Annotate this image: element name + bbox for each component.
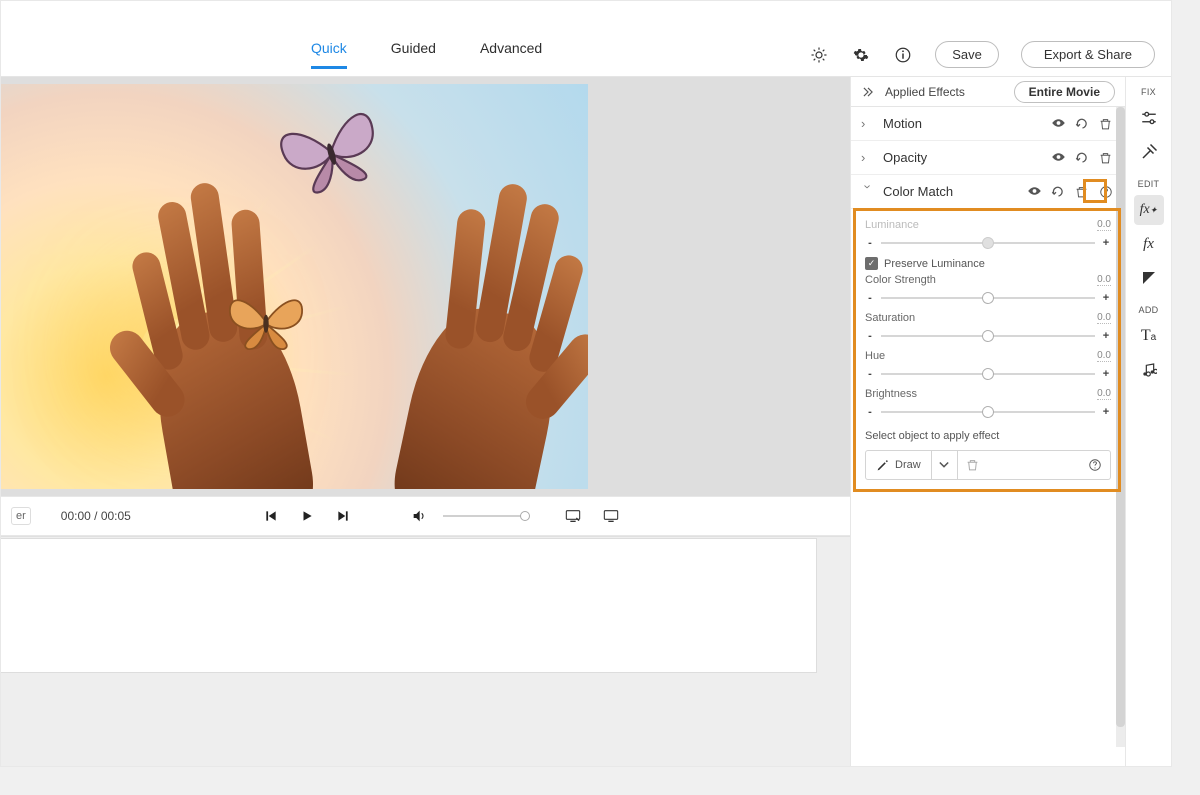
- preserve-luminance-label: Preserve Luminance: [884, 258, 985, 270]
- sidebar-label-add: ADD: [1139, 305, 1159, 315]
- fx-applied-icon[interactable]: fx✦: [1134, 195, 1164, 225]
- eye-icon[interactable]: [1027, 185, 1043, 199]
- param-value-luminance[interactable]: 0.0: [1097, 219, 1111, 231]
- play-icon[interactable]: [297, 506, 317, 526]
- tools-icon[interactable]: [1134, 137, 1164, 167]
- color-strength-slider[interactable]: -+: [865, 292, 1111, 304]
- effect-row-opacity[interactable]: › Opacity: [851, 141, 1125, 175]
- reset-icon[interactable]: [1075, 151, 1091, 165]
- luminance-slider[interactable]: -+: [865, 237, 1111, 249]
- sidebar-label-edit: EDIT: [1138, 179, 1160, 189]
- contrast-icon[interactable]: [1134, 263, 1164, 293]
- effects-panel: Applied Effects Entire Movie › Motion › …: [850, 77, 1125, 766]
- param-label-saturation: Saturation: [865, 312, 915, 324]
- param-value-color-strength[interactable]: 0.0: [1097, 274, 1111, 286]
- volume-slider[interactable]: [443, 515, 525, 517]
- preserve-luminance-checkbox[interactable]: ✓: [865, 257, 878, 270]
- preview-canvas-area: [1, 77, 850, 496]
- param-label-brightness: Brightness: [865, 388, 917, 400]
- param-value-saturation[interactable]: 0.0: [1097, 312, 1111, 324]
- volume-icon[interactable]: [409, 506, 429, 526]
- save-button[interactable]: Save: [935, 41, 999, 68]
- export-share-button[interactable]: Export & Share: [1021, 41, 1155, 68]
- eye-icon[interactable]: [1051, 151, 1067, 165]
- preview-canvas[interactable]: [1, 84, 588, 489]
- prev-frame-icon[interactable]: [261, 506, 281, 526]
- sidebar-label-fix: FIX: [1141, 87, 1156, 97]
- help-icon[interactable]: [1099, 185, 1115, 199]
- param-label-luminance: Luminance: [865, 219, 919, 231]
- music-icon[interactable]: [1134, 355, 1164, 385]
- settings-icon[interactable]: [851, 45, 871, 65]
- tab-advanced[interactable]: Advanced: [480, 40, 542, 69]
- param-value-brightness[interactable]: 0.0: [1097, 388, 1111, 400]
- clip-strip[interactable]: [0, 538, 817, 673]
- saturation-slider[interactable]: -+: [865, 330, 1111, 342]
- butterfly-image: [265, 93, 396, 212]
- fullscreen-icon[interactable]: [601, 506, 621, 526]
- butterfly-image: [221, 284, 311, 360]
- draw-button[interactable]: Draw: [866, 451, 932, 479]
- chevron-right-icon: ›: [861, 150, 875, 165]
- panel-title: Applied Effects: [885, 85, 965, 99]
- pencil-icon: [876, 459, 889, 472]
- eye-icon[interactable]: [1051, 117, 1067, 131]
- trash-icon[interactable]: [1099, 151, 1115, 165]
- draw-row: Draw: [865, 450, 1111, 480]
- timecode: 00:00 / 00:05: [61, 509, 131, 523]
- next-frame-icon[interactable]: [333, 506, 353, 526]
- brightness-slider[interactable]: -+: [865, 406, 1111, 418]
- draw-help-icon[interactable]: [1080, 458, 1110, 472]
- color-match-body: Luminance 0.0 -+ ✓ Preserve Luminance Co…: [851, 209, 1125, 494]
- right-sidebar: FIX EDIT fx✦ fx ADD Ta: [1125, 77, 1171, 766]
- tab-guided[interactable]: Guided: [391, 40, 436, 69]
- hue-slider[interactable]: -+: [865, 368, 1111, 380]
- select-object-hint: Select object to apply effect: [865, 430, 1111, 442]
- chevron-right-icon: ›: [861, 116, 875, 131]
- reset-icon[interactable]: [1075, 117, 1091, 131]
- effect-scope-button[interactable]: Entire Movie: [1014, 81, 1115, 103]
- tab-quick[interactable]: Quick: [311, 40, 347, 69]
- fx-icon[interactable]: fx: [1134, 229, 1164, 259]
- playback-bar: er 00:00 / 00:05: [1, 496, 850, 536]
- draw-dropdown[interactable]: [932, 451, 958, 479]
- text-tool-icon[interactable]: Ta: [1134, 321, 1164, 351]
- timeline-area[interactable]: [1, 536, 850, 766]
- effect-row-color-match[interactable]: › Color Match: [851, 175, 1125, 209]
- param-value-hue[interactable]: 0.0: [1097, 350, 1111, 362]
- effect-row-motion[interactable]: › Motion: [851, 107, 1125, 141]
- trash-icon[interactable]: [1099, 117, 1115, 131]
- chevron-down-icon: ›: [861, 185, 876, 199]
- brightness-icon[interactable]: [809, 45, 829, 65]
- info-icon[interactable]: [893, 45, 913, 65]
- panel-scrollbar[interactable]: [1116, 107, 1125, 747]
- reset-icon[interactable]: [1051, 185, 1067, 199]
- render-quality-icon[interactable]: [563, 506, 583, 526]
- collapse-panel-icon[interactable]: [861, 86, 875, 98]
- trash-icon[interactable]: [1075, 185, 1091, 199]
- top-toolbar: Quick Guided Advanced Save Export & Shar…: [1, 33, 1171, 77]
- delete-mask-icon[interactable]: [958, 458, 988, 472]
- adjust-icon[interactable]: [1134, 103, 1164, 133]
- marker-chip[interactable]: er: [11, 507, 31, 525]
- param-label-hue: Hue: [865, 350, 885, 362]
- param-label-color-strength: Color Strength: [865, 274, 936, 286]
